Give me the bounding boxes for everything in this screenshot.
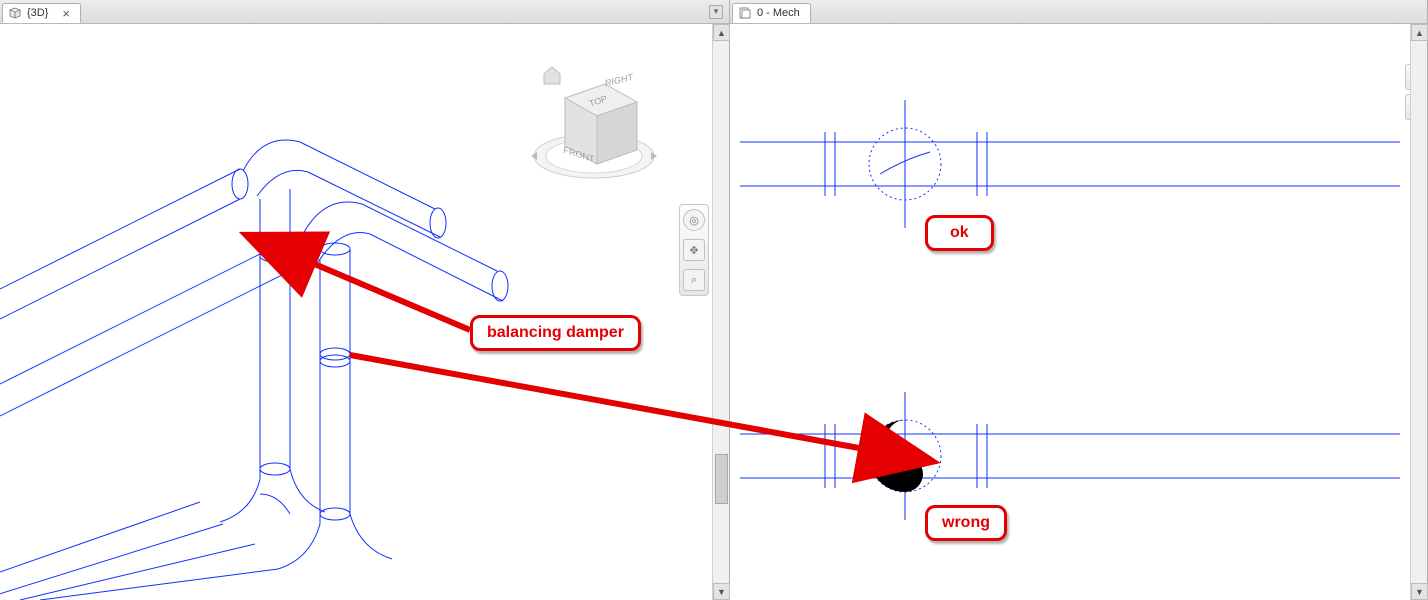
scroll-down-icon[interactable]: ▼	[1411, 583, 1428, 600]
tabbar-overflow: ▾	[709, 5, 729, 19]
viewcube[interactable]: TOP FRONT RIGHT	[519, 54, 669, 194]
scrollbar-left[interactable]: ▲ ▼	[712, 24, 729, 600]
tab-mech[interactable]: 0 - Mech	[732, 3, 811, 23]
tab-3d[interactable]: {3D} ×	[2, 3, 81, 23]
scroll-up-icon[interactable]: ▲	[1411, 24, 1428, 41]
tab-bar-right: 0 - Mech	[730, 0, 1427, 24]
pan-icon[interactable]: ✥	[683, 239, 705, 261]
viewport-3d[interactable]: TOP FRONT RIGHT ◎ ✥ ⌕	[0, 24, 729, 600]
viewport-plan[interactable]: ⌕ ▭	[730, 24, 1427, 600]
viewcube-right: RIGHT	[605, 72, 633, 89]
scroll-thumb[interactable]	[715, 454, 728, 504]
tab-bar-left: {3D} × ▾	[0, 0, 729, 24]
callout-ok: ok	[925, 215, 994, 251]
tab-label: 0 - Mech	[757, 7, 800, 19]
tabbar-dropdown[interactable]: ▾	[709, 5, 723, 19]
view-pane-plan: 0 - Mech	[730, 0, 1428, 600]
callout-text: wrong	[942, 514, 990, 531]
sheet-icon	[739, 7, 751, 19]
close-icon[interactable]: ×	[62, 6, 70, 21]
callout-wrong: wrong	[925, 505, 1007, 541]
callout-balancing-damper: balancing damper	[470, 315, 641, 351]
zoom-region-icon[interactable]: ⌕	[683, 269, 705, 291]
scroll-up-icon[interactable]: ▲	[713, 24, 730, 41]
scroll-down-icon[interactable]: ▼	[713, 583, 730, 600]
navigation-panel: ◎ ✥ ⌕	[679, 204, 709, 296]
callout-text: ok	[950, 224, 969, 241]
cube-icon	[9, 7, 21, 19]
view-pane-3d: {3D} × ▾	[0, 0, 730, 600]
tab-label: {3D}	[27, 7, 48, 19]
steering-wheel-icon[interactable]: ◎	[683, 209, 705, 231]
callout-text: balancing damper	[487, 324, 624, 341]
drawing-plan	[730, 24, 1410, 600]
scrollbar-right[interactable]: ▲ ▼	[1410, 24, 1427, 600]
